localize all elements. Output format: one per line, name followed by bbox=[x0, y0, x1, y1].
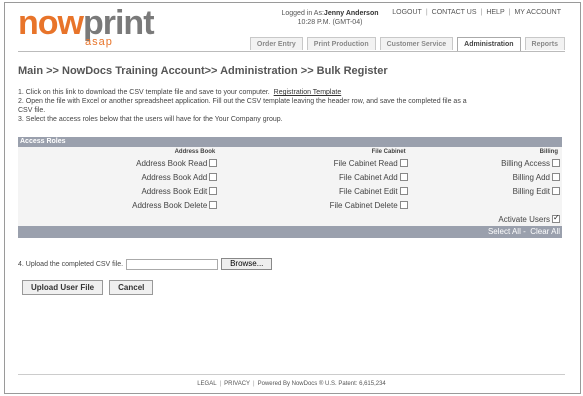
role-cell[interactable]: File Cabinet Read bbox=[219, 156, 409, 170]
activate-users-checkbox[interactable] bbox=[552, 213, 560, 224]
access-roles-panel: Access Roles Address Book File Cabinet B… bbox=[18, 137, 562, 238]
role-checkbox[interactable] bbox=[209, 187, 218, 196]
user-name: Jenny Anderson bbox=[323, 10, 379, 17]
upload-row: 4. Upload the completed CSV file. Browse… bbox=[18, 258, 273, 270]
role-cell[interactable]: Billing Access bbox=[410, 156, 562, 170]
role-checkbox[interactable] bbox=[552, 159, 560, 168]
role-label: Address Book Edit bbox=[141, 186, 208, 196]
role-checkbox[interactable] bbox=[552, 173, 560, 182]
role-label: Address Book Delete bbox=[132, 200, 208, 210]
logout-link[interactable]: LOGOUT bbox=[392, 9, 422, 16]
tab-administration[interactable]: Administration bbox=[457, 37, 521, 51]
select-bar: Select All - Clear All bbox=[18, 226, 562, 238]
empty-cell bbox=[410, 198, 562, 212]
clear-all-link[interactable]: Clear All bbox=[530, 227, 560, 236]
empty-cell bbox=[18, 212, 219, 226]
role-label: File Cabinet Read bbox=[333, 158, 398, 168]
role-checkbox[interactable] bbox=[399, 159, 408, 168]
logo-now: now bbox=[18, 4, 84, 42]
footer-divider bbox=[18, 374, 565, 375]
logged-in-label: Logged in As: bbox=[281, 10, 324, 17]
tab-customer-service[interactable]: Customer Service bbox=[379, 37, 454, 50]
access-roles-table: Address Book File Cabinet Billing Addres… bbox=[18, 147, 562, 226]
role-cell[interactable]: File Cabinet Edit bbox=[219, 184, 409, 198]
role-label: Address Book Add bbox=[141, 172, 208, 182]
role-label: File Cabinet Delete bbox=[329, 200, 398, 210]
role-label: Billing Add bbox=[512, 172, 550, 182]
upload-user-file-button[interactable]: Upload User File bbox=[22, 280, 104, 295]
role-label: Billing Access bbox=[501, 158, 550, 168]
step1-text: 1. Click on this link to download the CS… bbox=[18, 89, 270, 96]
powered-by-text: Powered By NowDocs ® U.S. Patent: 6,615,… bbox=[257, 381, 386, 387]
footer: LEGAL | PRIVACY | Powered By NowDocs ® U.S. … bbox=[197, 381, 386, 387]
activate-users-label: Activate Users bbox=[498, 214, 550, 224]
main-tabs: Order Entry Print Production Customer Se… bbox=[249, 37, 565, 51]
role-cell[interactable]: Address Book Add bbox=[18, 170, 219, 184]
file-path-input[interactable] bbox=[126, 258, 219, 270]
role-label: File Cabinet Edit bbox=[338, 186, 398, 196]
role-cell[interactable]: Address Book Delete bbox=[18, 198, 219, 212]
column-address-book: Address Book bbox=[174, 148, 216, 155]
browse-button[interactable]: Browse... bbox=[221, 258, 273, 270]
role-cell[interactable]: Billing Edit bbox=[410, 184, 562, 198]
instructions: 1. Click on this link to download the CS… bbox=[18, 88, 468, 124]
step3-text: 3. Select the access roles below that th… bbox=[18, 116, 283, 123]
empty-cell bbox=[219, 212, 409, 226]
action-buttons: Upload User File Cancel bbox=[22, 280, 154, 295]
tab-order-entry[interactable]: Order Entry bbox=[249, 37, 303, 50]
privacy-link[interactable]: PRIVACY bbox=[224, 381, 250, 387]
nowprint-logo[interactable]: nowprint asap bbox=[18, 4, 155, 48]
logo-tagline: asap bbox=[85, 36, 113, 48]
step2-text: 2. Open the file with Excel or another s… bbox=[18, 98, 467, 114]
role-label: File Cabinet Add bbox=[338, 172, 398, 182]
help-link[interactable]: HELP bbox=[486, 9, 504, 16]
top-links: LOGOUT | CONTACT US | HELP | MY ACCOUNT bbox=[392, 9, 561, 16]
role-checkbox[interactable] bbox=[552, 187, 560, 196]
registration-template-link[interactable]: Registration Template bbox=[274, 89, 342, 96]
tab-divider bbox=[18, 51, 565, 52]
role-label: Billing Edit bbox=[512, 186, 550, 196]
contact-us-link[interactable]: CONTACT US bbox=[432, 9, 477, 16]
role-cell[interactable]: Address Book Edit bbox=[18, 184, 219, 198]
role-cell[interactable]: Address Book Read bbox=[18, 156, 219, 170]
role-cell[interactable]: File Cabinet Delete bbox=[219, 198, 409, 212]
my-account-link[interactable]: MY ACCOUNT bbox=[514, 9, 561, 16]
tab-print-production[interactable]: Print Production bbox=[306, 37, 376, 50]
user-info: Logged in As:Jenny Anderson 10:28 P.M. (… bbox=[260, 9, 400, 27]
role-checkbox[interactable] bbox=[399, 187, 408, 196]
legal-link[interactable]: LEGAL bbox=[197, 381, 216, 387]
role-checkbox[interactable] bbox=[399, 173, 408, 182]
role-checkbox[interactable] bbox=[209, 159, 218, 168]
activate-users-cell[interactable]: Activate Users bbox=[410, 212, 562, 226]
access-roles-title: Access Roles bbox=[18, 137, 562, 147]
role-cell[interactable]: File Cabinet Add bbox=[219, 170, 409, 184]
user-time: 10:28 P.M. (GMT-04) bbox=[297, 19, 363, 26]
select-all-link[interactable]: Select All bbox=[488, 227, 521, 236]
tab-reports[interactable]: Reports bbox=[524, 37, 565, 50]
role-checkbox[interactable] bbox=[399, 201, 408, 210]
column-billing: Billing bbox=[539, 148, 558, 155]
role-cell[interactable]: Billing Add bbox=[410, 170, 562, 184]
upload-label: 4. Upload the completed CSV file. bbox=[18, 260, 124, 268]
column-file-cabinet: File Cabinet bbox=[371, 148, 406, 155]
cancel-button[interactable]: Cancel bbox=[109, 280, 154, 295]
role-checkbox[interactable] bbox=[209, 173, 218, 182]
breadcrumb: Main >> NowDocs Training Account>> Admin… bbox=[18, 65, 388, 77]
role-label: Address Book Read bbox=[136, 158, 208, 168]
role-checkbox[interactable] bbox=[209, 201, 218, 210]
